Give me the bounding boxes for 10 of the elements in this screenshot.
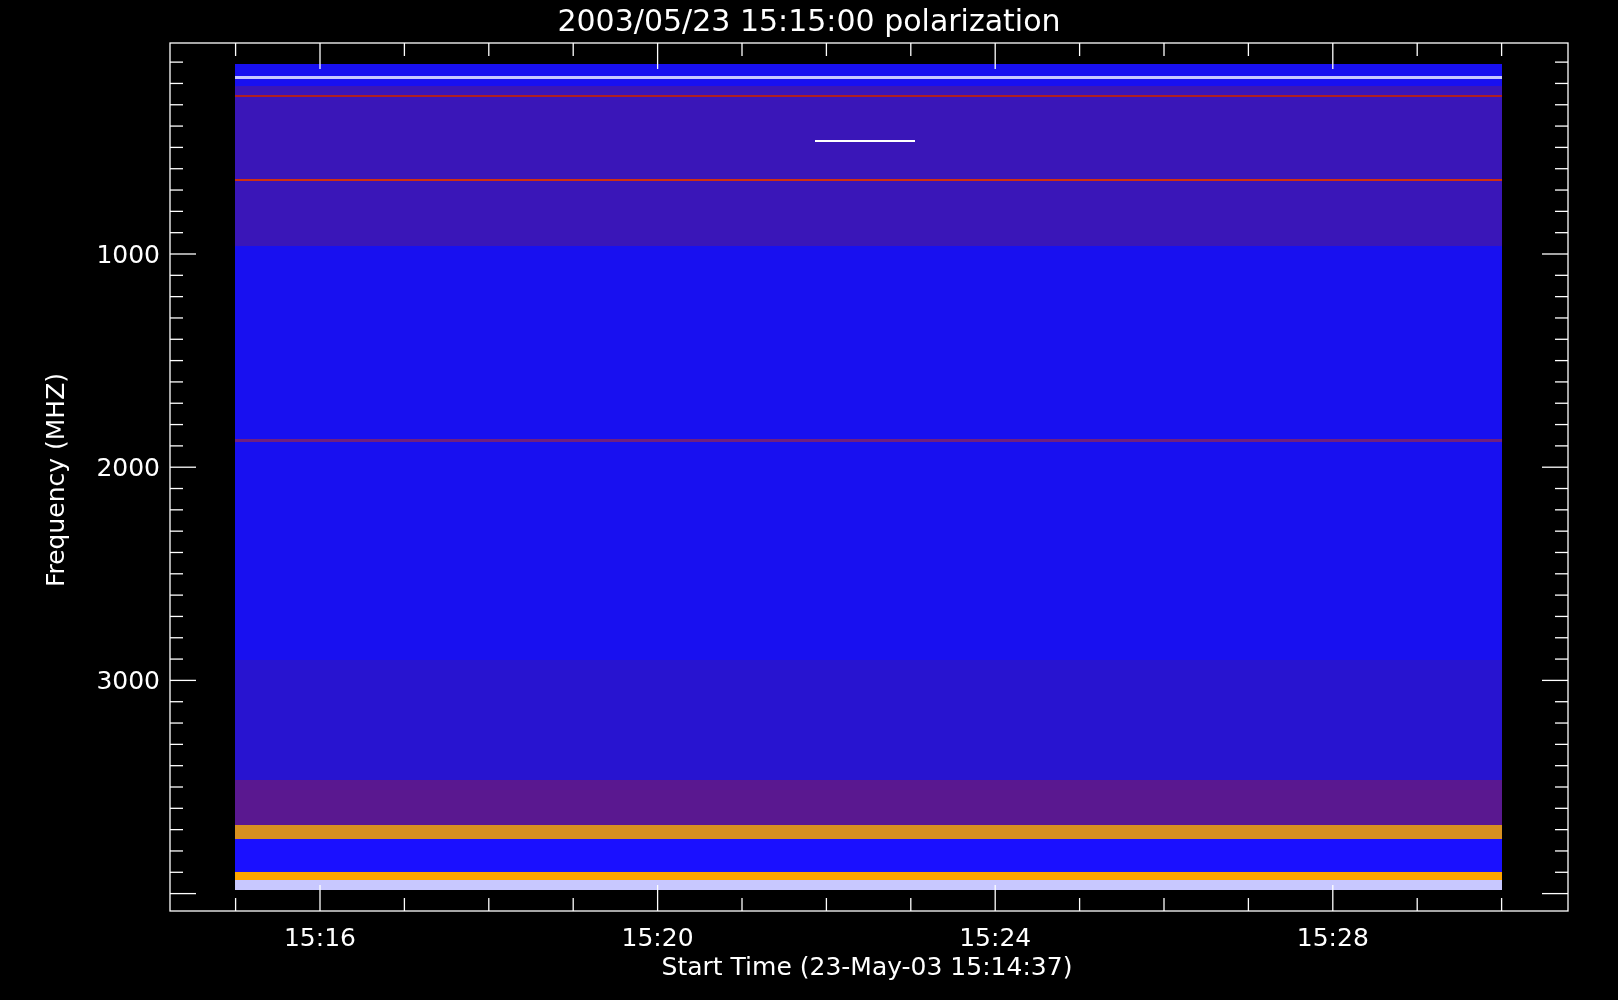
axis-tick-label: 1000 — [96, 240, 160, 269]
axis-title: Start Time (23-May-03 15:14:37) — [661, 952, 1073, 981]
axis-tick-label: 2000 — [96, 453, 160, 483]
axis-tick-label: 15:24 — [959, 923, 1032, 952]
axis-title: Frequency (MHZ) — [41, 372, 70, 588]
axis-tick-label: 15:28 — [1296, 923, 1369, 952]
chart-title: 2003/05/23 15:15:00 polarization — [557, 3, 1061, 38]
axis-tick-label: 15:20 — [621, 923, 694, 952]
axis-tick-label: 3000 — [96, 666, 160, 696]
axis-tick-label: 15:16 — [284, 923, 356, 952]
